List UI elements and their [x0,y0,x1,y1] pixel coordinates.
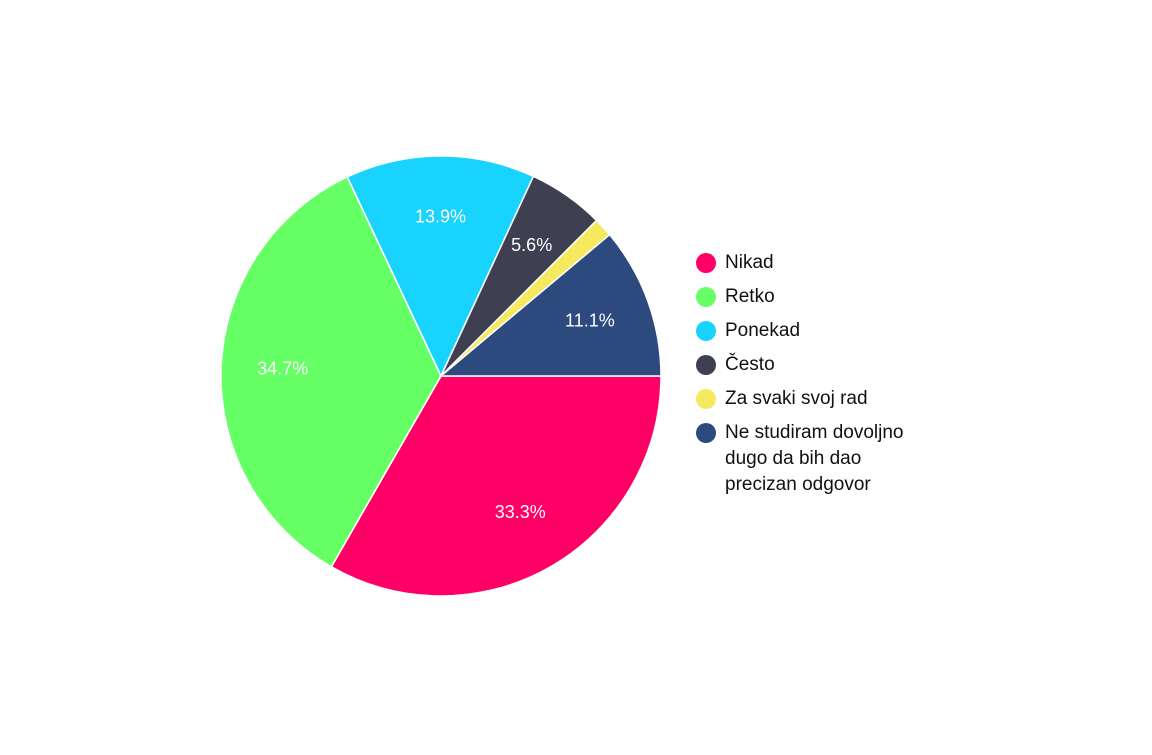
legend-item-5[interactable]: Ne studiram dovoljno dugo da bih dao preci… [696,422,903,495]
legend-item-2[interactable]: Ponekad [696,320,800,341]
legend-swatch-2 [696,321,716,341]
legend-swatch-4 [696,389,716,409]
legend-swatch-3 [696,355,716,375]
legend: Nikad Retko Ponekad Često Za svaki svoj rad N… [696,252,903,495]
legend-item-1[interactable]: Retko [696,286,775,307]
legend-label-5-2: precizan odgovor [725,474,871,495]
legend-label-2-0: Ponekad [725,320,800,341]
legend-label-3-0: Često [725,353,775,375]
pie-chart: 33.3% 34.7% 13.9% 5.6% 11.1% Nikad Retko Ponek… [0,0,1152,750]
legend-swatch-1 [696,287,716,307]
legend-item-0[interactable]: Nikad [696,252,774,273]
legend-label-5-1: dugo da bih dao [725,448,861,469]
legend-label-5-0: Ne studiram dovoljno [725,422,903,443]
legend-item-3[interactable]: Često [696,353,775,375]
legend-swatch-5 [696,423,716,443]
pie-slice-label-2: 13.9% [415,206,466,226]
pie-slice-label-1: 34.7% [257,358,308,378]
legend-label-4-0: Za svaki svoj rad [725,388,868,409]
legend-swatch-0 [696,253,716,273]
legend-item-4[interactable]: Za svaki svoj rad [696,388,868,409]
pie-slice-label-0: 33.3% [495,502,546,522]
pie-slice-label-5: 11.1% [565,311,615,331]
pie-chart-svg: 33.3% 34.7% 13.9% 5.6% 11.1% Nikad Retko Ponek… [220,155,903,597]
legend-label-0-0: Nikad [725,252,774,273]
pie-slice-label-3: 5.6% [511,235,552,255]
legend-label-1-0: Retko [725,286,775,307]
